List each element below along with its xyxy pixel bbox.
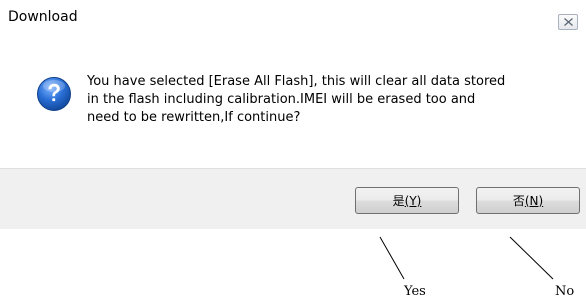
annotation-lines [379, 236, 554, 280]
yes-pointer-line [379, 236, 405, 280]
yes-annotation: Yes [404, 284, 426, 299]
no-annotation: No [555, 284, 575, 299]
no-pointer-line [509, 236, 554, 280]
